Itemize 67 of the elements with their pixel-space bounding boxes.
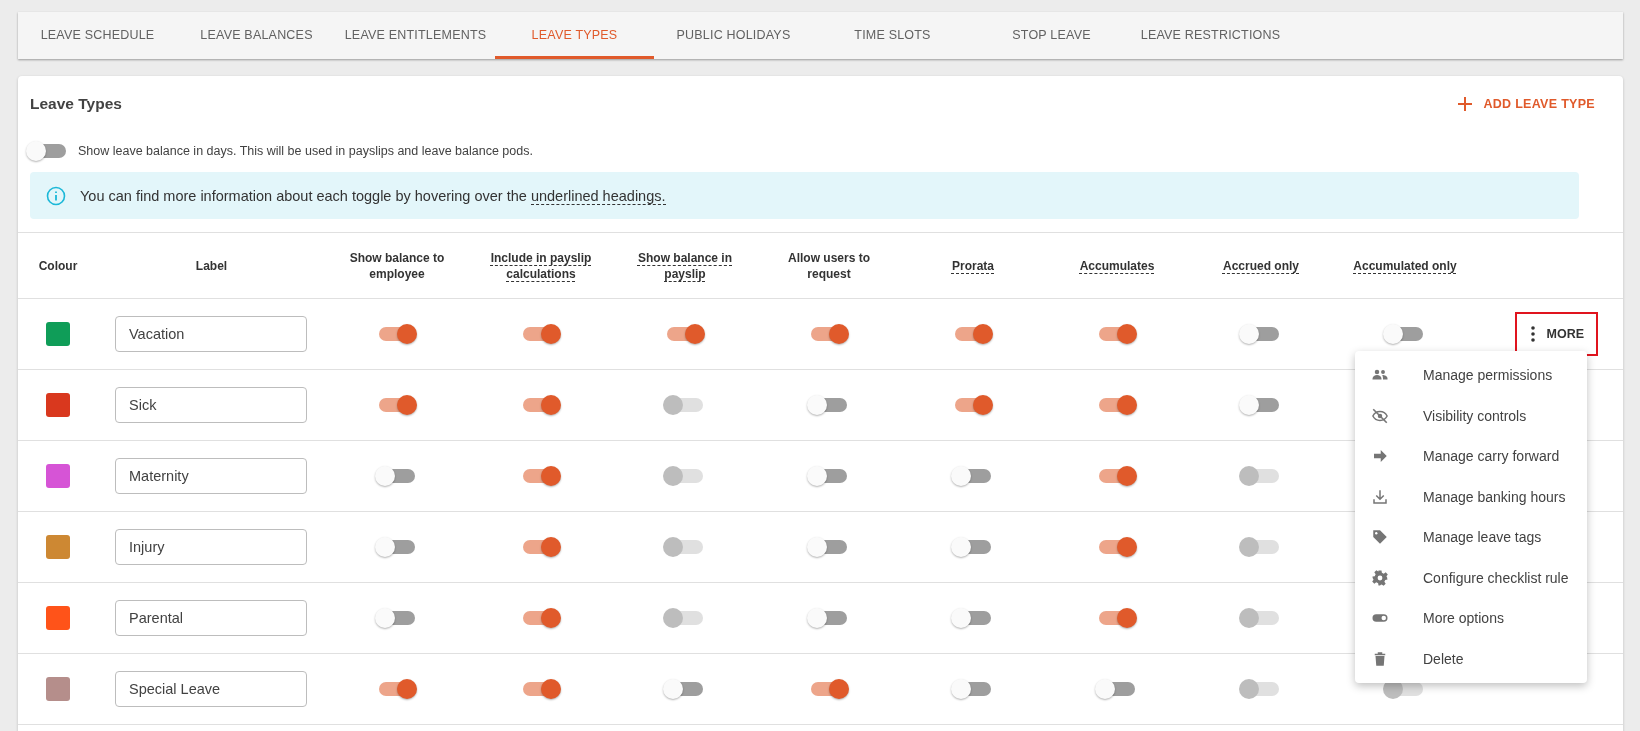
colour-swatch[interactable] [46,393,70,417]
menu-item[interactable]: Manage carry forward [1355,436,1587,477]
label-field[interactable]: Injury [115,529,307,565]
column-header: Accrued only [1223,257,1299,274]
toggle-switch[interactable] [523,540,559,554]
menu-item[interactable]: Manage banking hours [1355,476,1587,517]
column-header: Prorata [952,257,994,274]
toggle-switch[interactable] [523,682,559,696]
label-field[interactable]: Maternity [115,458,307,494]
toggle-switch[interactable] [955,327,991,341]
colour-swatch[interactable] [46,322,70,346]
column-header: Show balance to employee [348,249,446,282]
column-header: Accumulated only [1353,257,1457,274]
info-text: You can find more information about each toggle by hovering over the underlined headings. [80,187,666,204]
menu-item[interactable]: More options [1355,598,1587,639]
tab[interactable]: LEAVE BALANCES [177,12,336,59]
menu-item[interactable]: Configure checklist rule [1355,557,1587,598]
plus-icon [1457,96,1474,112]
gear-icon [1371,568,1389,587]
toggle-switch[interactable] [1099,469,1135,483]
toggle-switch[interactable] [1099,611,1135,625]
eye-off-icon [1371,406,1389,425]
menu-item[interactable]: Delete [1355,638,1587,679]
toggle-switch[interactable] [523,398,559,412]
label-field[interactable]: Special Leave [115,671,307,707]
toggle-switch[interactable] [811,327,847,341]
column-header: Allow users to request [787,249,871,282]
info-icon [46,185,66,206]
label-field[interactable]: Vacation [115,316,307,352]
toggle-switch[interactable] [523,327,559,341]
tab[interactable]: STOP LEAVE [972,12,1131,59]
toggle-switch[interactable] [1099,398,1135,412]
column-header: Show balance in payslip [637,249,733,282]
tab[interactable]: LEAVE SCHEDULE [18,12,177,59]
colour-swatch[interactable] [46,464,70,488]
card-title: Leave Types [30,95,122,113]
colour-swatch[interactable] [46,677,70,701]
menu-item[interactable]: Manage leave tags [1355,517,1587,558]
toggle-switch[interactable] [1099,327,1135,341]
kebab-icon [1530,326,1535,342]
label-field[interactable]: Parental [115,600,307,636]
tab[interactable]: TIME SLOTS [813,12,972,59]
toggle-switch[interactable] [811,682,847,696]
column-header: Accumulates [1079,257,1155,274]
toggle-switch[interactable] [379,327,415,341]
tab[interactable]: LEAVE ENTITLEMENTS [336,12,495,59]
menu-item[interactable]: Visibility controls [1355,395,1587,436]
toggle-switch[interactable] [379,398,415,412]
toggle-switch[interactable] [955,398,991,412]
column-header: Colour [38,257,78,274]
toggle-switch[interactable] [1099,540,1135,554]
add-leave-type-button[interactable]: ADD LEAVE TYPE [1451,90,1601,118]
toggle-switch[interactable] [523,469,559,483]
tab[interactable]: LEAVE RESTRICTIONS [1131,12,1290,59]
toggle-switch[interactable] [523,611,559,625]
label-field[interactable]: Sick [115,387,307,423]
toggle-switch[interactable] [667,327,703,341]
tab[interactable]: PUBLIC HOLIDAYS [654,12,813,59]
toggle-switch[interactable] [379,682,415,696]
colour-swatch[interactable] [46,535,70,559]
underlined-headings-link[interactable]: underlined headings. [530,187,666,205]
column-header: Label [195,257,228,274]
toggle-label: Show leave balance in days. This will be used in payslips and leave balance pods. [78,144,533,158]
menu-item[interactable]: Manage permissions [1355,355,1587,396]
column-header: Include in payslip calculations [489,249,593,282]
download-icon [1371,487,1389,506]
colour-swatch[interactable] [46,606,70,630]
